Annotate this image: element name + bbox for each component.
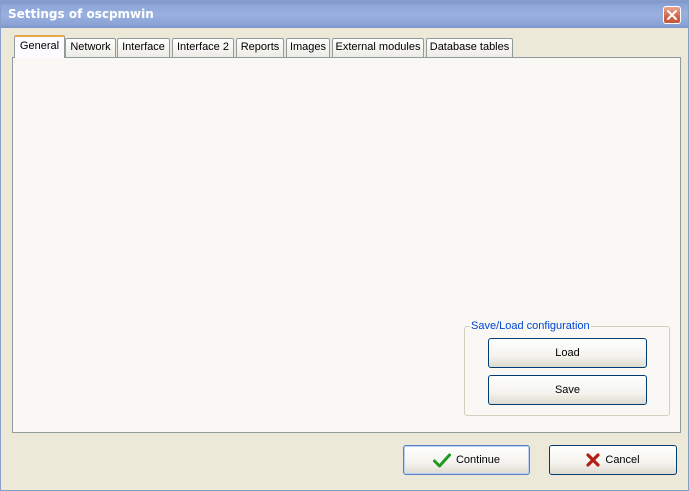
settings-dialog: Settings of oscpmwin General Network Int… xyxy=(0,0,689,491)
save-load-legend: Save/Load configuration xyxy=(470,320,591,332)
save-load-groupbox: Save/Load configuration Load Save xyxy=(464,320,670,416)
cancel-button[interactable]: Cancel xyxy=(549,445,677,475)
window-title: Settings of oscpmwin xyxy=(8,7,154,21)
load-button[interactable]: Load xyxy=(488,338,647,368)
tab-interface[interactable]: Interface xyxy=(117,38,170,57)
save-button[interactable]: Save xyxy=(488,375,647,405)
dialog-client-area: General Network Interface Interface 2 Re… xyxy=(4,28,685,488)
close-button[interactable] xyxy=(663,6,681,24)
x-cross-icon xyxy=(586,453,600,467)
continue-label: Continue xyxy=(455,454,501,466)
close-icon xyxy=(667,10,677,20)
tab-general[interactable]: General xyxy=(14,35,65,58)
general-tab-panel: Save/Load configuration Load Save xyxy=(12,57,681,433)
tab-external-modules[interactable]: External modules xyxy=(332,38,424,57)
tab-interface-2[interactable]: Interface 2 xyxy=(172,38,234,57)
tab-reports[interactable]: Reports xyxy=(236,38,284,57)
tab-strip: General Network Interface Interface 2 Re… xyxy=(4,28,685,58)
cancel-label: Cancel xyxy=(605,454,640,466)
tab-network[interactable]: Network xyxy=(65,38,116,57)
tab-images[interactable]: Images xyxy=(286,38,330,57)
checkmark-icon xyxy=(432,453,451,467)
continue-button[interactable]: Continue xyxy=(403,445,530,475)
title-bar[interactable]: Settings of oscpmwin xyxy=(1,1,688,28)
tab-database-tables[interactable]: Database tables xyxy=(426,38,513,57)
